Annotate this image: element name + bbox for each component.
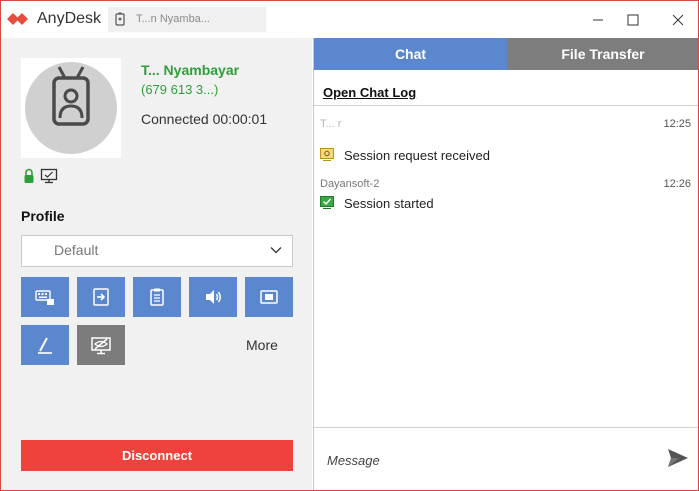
chat-panel: Chat File Transfer Open Chat Log T... r …: [313, 38, 698, 490]
tab-chat[interactable]: Chat: [314, 38, 507, 70]
title-bar: AnyDesk T...n Nyamba...: [1, 1, 698, 38]
speaker-icon: [206, 290, 221, 304]
connection-status: Connected 00:00:01: [141, 111, 268, 127]
maximize-icon[interactable]: [620, 7, 646, 33]
switch-sides-button[interactable]: [77, 277, 125, 317]
session-started-icon: [320, 196, 334, 209]
video-icon: [260, 290, 278, 304]
more-button[interactable]: More: [246, 337, 278, 353]
keyboard-button[interactable]: [21, 277, 69, 317]
clipboard-button[interactable]: [133, 277, 181, 317]
id-card-icon: [115, 12, 125, 26]
disconnect-button[interactable]: Disconnect: [21, 440, 293, 471]
whiteboard-pen-icon: [38, 337, 52, 354]
open-chat-log-link[interactable]: Open Chat Log: [323, 85, 416, 100]
address-text: T...n Nyamba...: [136, 13, 210, 25]
record-button[interactable]: [245, 277, 293, 317]
tab-file-transfer[interactable]: File Transfer: [507, 38, 698, 70]
avatar: [21, 58, 121, 158]
session-request-icon: [320, 148, 334, 161]
privacy-mode-icon: [91, 337, 111, 355]
message-text: Session request received: [344, 148, 490, 163]
clipboard-icon: [150, 288, 164, 306]
message-time: 12:26: [663, 178, 691, 190]
profile-value: Default: [54, 242, 99, 258]
anydesk-window: AnyDesk T...n Nyamba... T... Nyambayar (…: [0, 0, 699, 491]
minimize-icon[interactable]: [585, 7, 611, 33]
message-sender: T... r: [320, 118, 342, 130]
message-placeholder: Message: [327, 453, 380, 468]
close-icon[interactable]: [665, 7, 691, 33]
monitor-icon: [40, 168, 58, 184]
message-text: Session started: [344, 196, 434, 211]
privacy-mode-button[interactable]: [77, 325, 125, 365]
chevron-down-icon: [270, 247, 282, 254]
anydesk-logo-icon: [7, 13, 28, 25]
message-input[interactable]: Message: [314, 428, 698, 490]
remote-name: T... Nyambayar: [141, 62, 240, 78]
whiteboard-button[interactable]: [21, 325, 69, 365]
send-icon[interactable]: [666, 446, 690, 470]
profile-select[interactable]: Default: [21, 235, 293, 267]
switch-sides-icon: [93, 288, 109, 306]
remote-id: (679 613 3...): [141, 82, 219, 97]
session-panel: T... Nyambayar (679 613 3...) Connected …: [1, 38, 312, 490]
address-tab[interactable]: T...n Nyamba...: [108, 7, 266, 32]
profile-label: Profile: [21, 208, 65, 224]
chat-header-divider: [314, 105, 698, 106]
message-sender: Dayansoft-2: [320, 178, 380, 190]
app-title: AnyDesk: [37, 10, 102, 27]
lock-icon: [24, 168, 34, 183]
audio-button[interactable]: [189, 277, 237, 317]
message-time: 12:25: [663, 118, 691, 130]
keyboard-icon: [35, 290, 54, 305]
badge-avatar-icon: [25, 62, 117, 154]
